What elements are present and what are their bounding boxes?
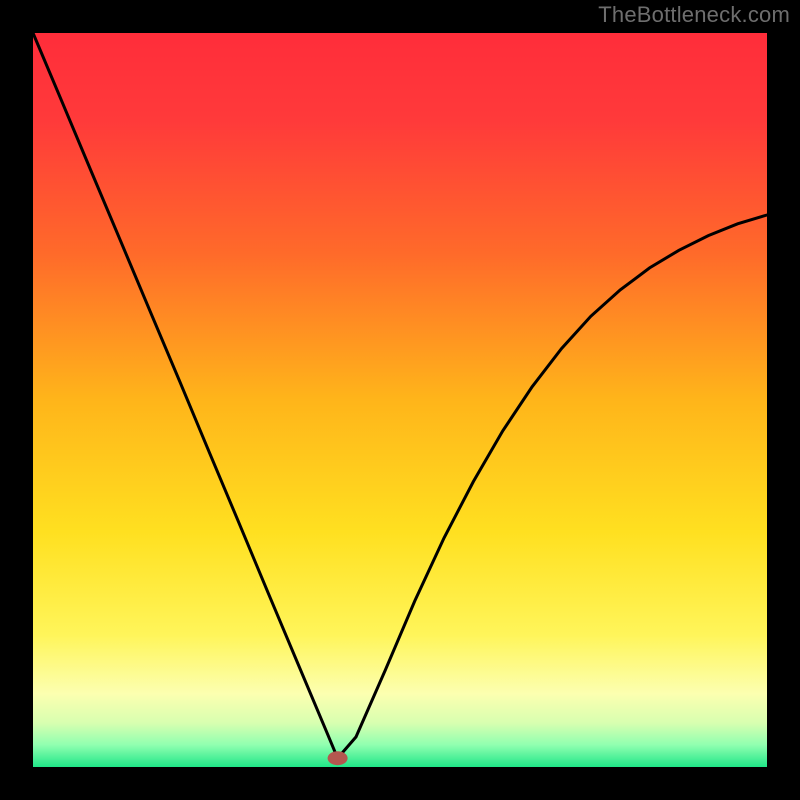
- chart-container: TheBottleneck.com: [0, 0, 800, 800]
- watermark-text: TheBottleneck.com: [598, 2, 790, 28]
- bottleneck-chart: [0, 0, 800, 800]
- optimum-marker: [328, 751, 348, 765]
- plot-gradient-background: [33, 33, 767, 767]
